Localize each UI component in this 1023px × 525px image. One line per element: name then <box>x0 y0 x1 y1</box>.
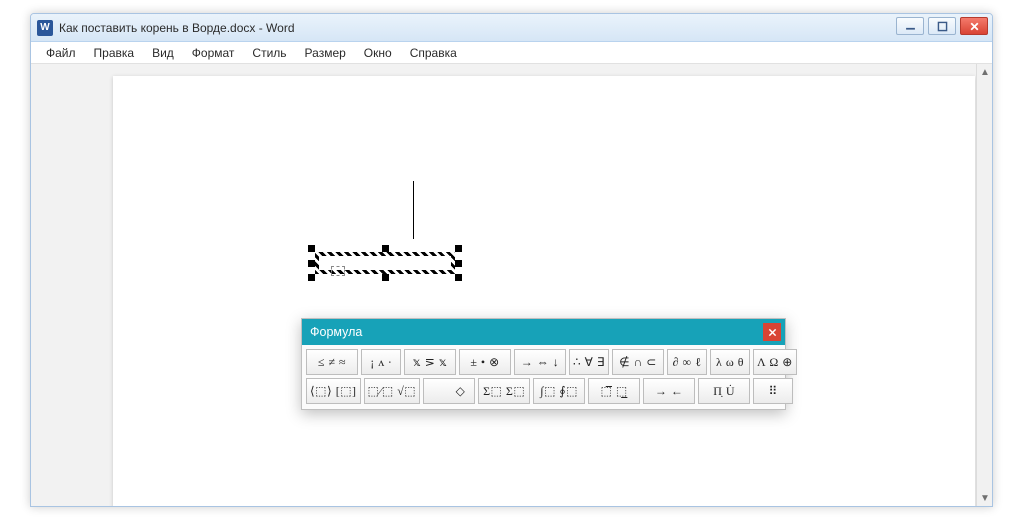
sym-arrows[interactable]: → ⇔ ↓ <box>514 349 566 375</box>
tpl-labeled-arrows[interactable]: → ← <box>643 378 695 404</box>
sym-operators[interactable]: ± • ⊗ <box>459 349 511 375</box>
maximize-button[interactable] <box>928 17 956 35</box>
vertical-scrollbar[interactable]: ▲ ▼ <box>976 64 992 506</box>
tpl-integrals[interactable]: ∫⬚ ∮⬚ <box>533 378 585 404</box>
text-cursor <box>413 181 414 239</box>
close-button[interactable] <box>960 17 988 35</box>
menu-edit[interactable]: Правка <box>85 44 144 62</box>
menu-size[interactable]: Размер <box>296 44 355 62</box>
formula-toolbar-title-text: Формула <box>310 325 362 339</box>
menu-window[interactable]: Окно <box>355 44 401 62</box>
equation-frame <box>315 252 455 274</box>
word-app-icon: W <box>37 20 53 36</box>
sym-set-theory[interactable]: ∉ ∩ ⊂ <box>612 349 664 375</box>
sym-greek-lower[interactable]: λ ω θ <box>710 349 750 375</box>
sym-spaces[interactable]: ¡ ʌ ∙ <box>361 349 401 375</box>
resize-handle-bl[interactable] <box>308 274 315 281</box>
formula-toolbar-title[interactable]: Формула <box>302 319 785 345</box>
resize-handle-b[interactable] <box>382 274 389 281</box>
sym-misc[interactable]: ∂ ∞ ℓ <box>667 349 707 375</box>
sym-embellishments[interactable]: 𝕩 ⋝ 𝕩 <box>404 349 456 375</box>
scroll-down-button[interactable]: ▼ <box>977 490 992 506</box>
document-page[interactable]: Формула ≤ ≠ ≈ ¡ ʌ ∙ 𝕩 ⋝ 𝕩 ± • ⊗ → ⇔ ↓ ∴ … <box>113 76 975 506</box>
formula-row-2: ⟨⬚⟩ [⬚] ⬚⁄⬚ √⬚ ⬚⃞ ◇ Σ⬚ Σ⬚ ∫⬚ ∮⬚ ⬚̅ ⬚̲ → … <box>306 378 781 404</box>
titlebar[interactable]: W Как поставить корень в Ворде.docx - Wo… <box>31 14 992 42</box>
menu-format[interactable]: Формат <box>183 44 244 62</box>
resize-handle-tl[interactable] <box>308 245 315 252</box>
formula-toolbar-body: ≤ ≠ ≈ ¡ ʌ ∙ 𝕩 ⋝ 𝕩 ± • ⊗ → ⇔ ↓ ∴ ∀ ∃ ∉ ∩ … <box>302 345 785 409</box>
resize-handle-tr[interactable] <box>455 245 462 252</box>
resize-handle-l[interactable] <box>308 260 315 267</box>
minimize-button[interactable] <box>896 17 924 35</box>
formula-row-1: ≤ ≠ ≈ ¡ ʌ ∙ 𝕩 ⋝ 𝕩 ± • ⊗ → ⇔ ↓ ∴ ∀ ∃ ∉ ∩ … <box>306 349 781 375</box>
menu-style[interactable]: Стиль <box>243 44 295 62</box>
tpl-fences[interactable]: ⟨⬚⟩ [⬚] <box>306 378 361 404</box>
formula-toolbar[interactable]: Формула ≤ ≠ ≈ ¡ ʌ ∙ 𝕩 ⋝ 𝕩 ± • ⊗ → ⇔ ↓ ∴ … <box>301 318 786 410</box>
window-title: Как поставить корень в Ворде.docx - Word <box>59 21 295 35</box>
resize-handle-r[interactable] <box>455 260 462 267</box>
resize-handle-br[interactable] <box>455 274 462 281</box>
sym-relational[interactable]: ≤ ≠ ≈ <box>306 349 358 375</box>
tpl-summation[interactable]: Σ⬚ Σ⬚ <box>478 378 530 404</box>
tpl-subscript-superscript[interactable]: ⬚⃞ ◇ <box>423 378 475 404</box>
tpl-matrices[interactable]: ⠿ <box>753 378 793 404</box>
menu-view[interactable]: Вид <box>143 44 183 62</box>
menu-bar: Файл Правка Вид Формат Стиль Размер Окно… <box>31 42 992 64</box>
tpl-over-under-bar[interactable]: ⬚̅ ⬚̲ <box>588 378 640 404</box>
formula-toolbar-close-button[interactable] <box>763 323 781 341</box>
workspace: Формула ≤ ≠ ≈ ¡ ʌ ∙ 𝕩 ⋝ 𝕩 ± • ⊗ → ⇔ ↓ ∴ … <box>31 64 992 506</box>
tpl-fractions-radicals[interactable]: ⬚⁄⬚ √⬚ <box>364 378 421 404</box>
scroll-up-button[interactable]: ▲ <box>977 64 992 80</box>
sym-logical[interactable]: ∴ ∀ ∃ <box>569 349 609 375</box>
equation-placeholder[interactable] <box>331 266 345 276</box>
resize-handle-t[interactable] <box>382 245 389 252</box>
menu-file[interactable]: Файл <box>37 44 85 62</box>
app-window: W Как поставить корень в Ворде.docx - Wo… <box>30 13 993 507</box>
window-controls <box>896 17 988 35</box>
sym-greek-upper[interactable]: Λ Ω ⊕ <box>753 349 797 375</box>
equation-object[interactable] <box>311 248 459 278</box>
tpl-products[interactable]: Π̣ U̇ <box>698 378 750 404</box>
menu-help[interactable]: Справка <box>401 44 466 62</box>
